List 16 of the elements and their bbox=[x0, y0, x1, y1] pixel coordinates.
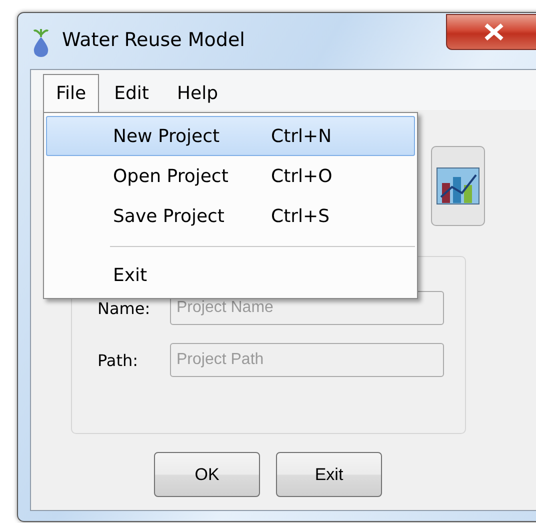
menu-item[interactable]: Open Project Ctrl+O bbox=[46, 156, 415, 196]
chart-button[interactable] bbox=[431, 146, 485, 226]
menu-tab[interactable]: Help bbox=[164, 74, 232, 112]
close-icon bbox=[483, 23, 505, 41]
close-button[interactable] bbox=[446, 14, 536, 50]
bar-chart-icon bbox=[436, 167, 480, 205]
field-label: Name: bbox=[98, 298, 152, 318]
menu-item[interactable]: Save Project Ctrl+S bbox=[46, 196, 415, 236]
window-title: Water Reuse Model bbox=[62, 28, 245, 53]
field-label: Path: bbox=[98, 350, 140, 370]
menu-tab[interactable]: Edit bbox=[101, 74, 162, 112]
dialog-button[interactable]: Exit bbox=[276, 452, 382, 497]
input-field[interactable]: Project Path bbox=[170, 343, 444, 377]
dialog-button[interactable]: OK bbox=[154, 452, 260, 497]
menu-tab[interactable]: File bbox=[43, 74, 100, 112]
menu-item[interactable]: New Project Ctrl+N bbox=[46, 116, 415, 156]
